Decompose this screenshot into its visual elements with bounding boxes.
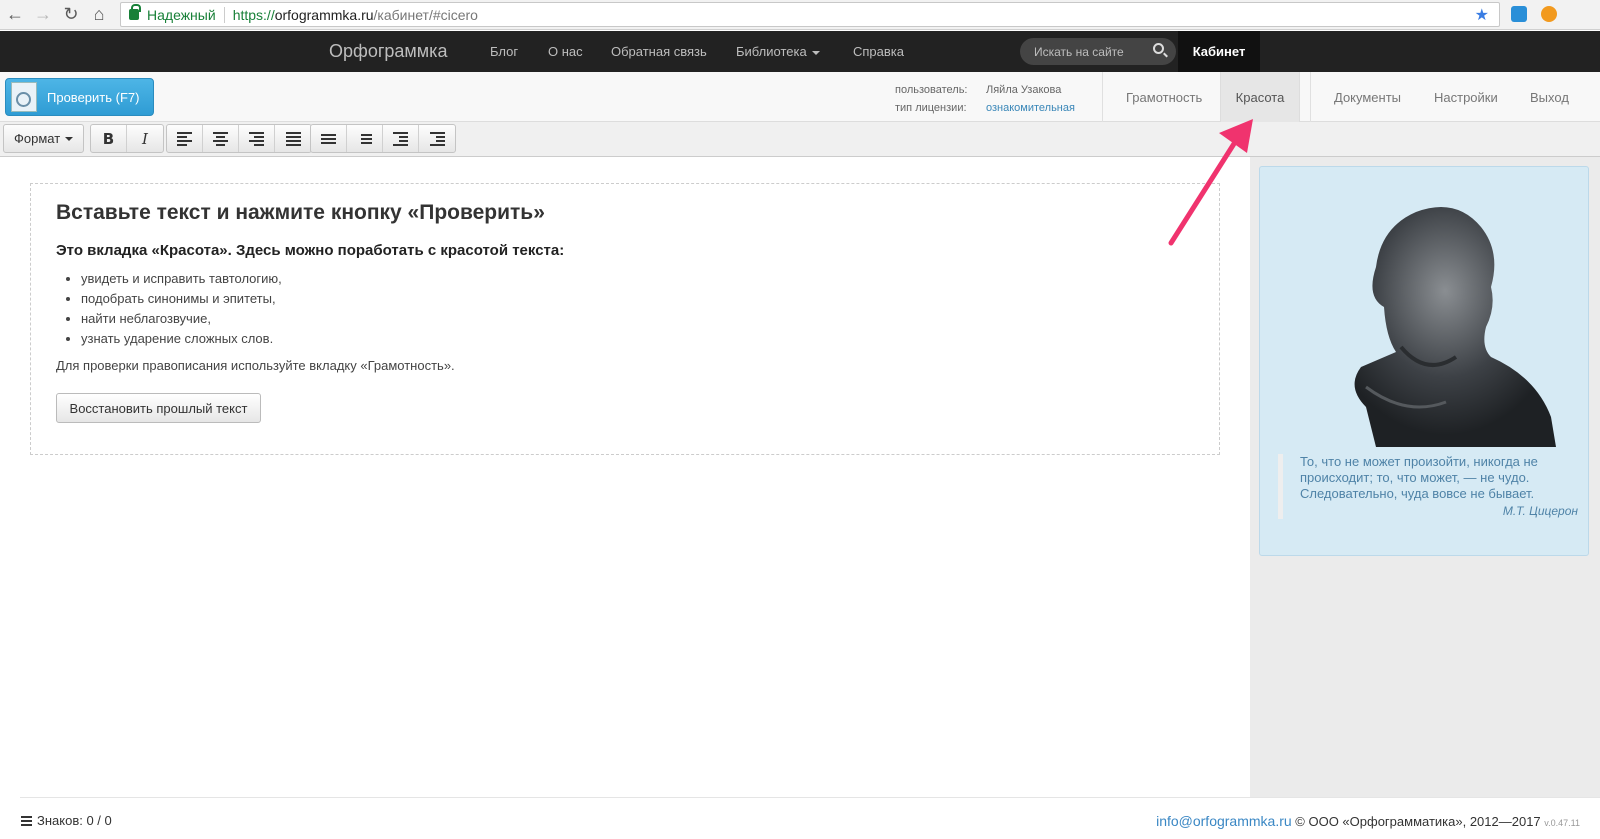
document-magnifier-icon — [11, 82, 37, 112]
style-group: B I — [90, 124, 164, 153]
nav-library[interactable]: Библиотека — [736, 44, 820, 59]
contact-email-link[interactable]: info@orfogrammka.ru — [1156, 813, 1292, 829]
align-center-icon — [213, 131, 228, 146]
align-right-icon — [249, 131, 264, 146]
address-separator — [223, 6, 225, 23]
extension-reader-icon[interactable] — [1511, 6, 1527, 22]
editor-title: Вставьте текст и нажмите кнопку «Провери… — [56, 201, 545, 224]
list-icon — [21, 815, 32, 826]
tab-logout[interactable]: Выход — [1517, 72, 1582, 122]
bookmark-star-icon[interactable]: ★ — [1475, 5, 1489, 25]
browser-toolbar: ← → ↻ ⌂ Надежный https://orfogrammka.ru /… — [0, 0, 1600, 30]
list-item: узнать ударение сложных слов. — [81, 329, 1194, 349]
bullet-list-icon — [321, 133, 336, 144]
numbered-list-button[interactable] — [347, 125, 383, 152]
align-center-button[interactable] — [203, 125, 239, 152]
format-group: Формат — [3, 124, 85, 153]
forward-icon[interactable]: → — [30, 2, 56, 28]
bold-button[interactable]: B — [91, 125, 127, 152]
back-icon[interactable]: ← — [2, 2, 28, 28]
search-icon[interactable] — [1153, 43, 1164, 54]
nav-help[interactable]: Справка — [853, 44, 904, 59]
site-navbar: Орфограммка Блог О нас Обратная связь Би… — [0, 31, 1600, 72]
tab-documents[interactable]: Документы — [1321, 72, 1414, 122]
chevron-down-icon — [65, 136, 74, 141]
list-item: найти неблагозвучие, — [81, 309, 1194, 329]
lock-icon — [129, 4, 141, 20]
site-search-input[interactable]: Искать на сайте — [1020, 38, 1176, 65]
nav-about[interactable]: О нас — [548, 44, 583, 59]
list-item: подобрать синонимы и эпитеты, — [81, 289, 1194, 309]
quote-author: М.Т. Цицерон — [1502, 504, 1578, 518]
outdent-icon — [393, 131, 408, 146]
align-left-icon — [177, 131, 192, 146]
url-path: /кабинет/#cicero — [373, 6, 478, 23]
license-label: тип лицензии: — [895, 102, 967, 114]
check-button[interactable]: Проверить (F7) — [5, 78, 154, 116]
user-info-labels: пользователь: тип лицензии: — [895, 81, 980, 117]
user-label: пользователь: — [895, 84, 968, 96]
page-footer: Знаков: 0 / 0 info@orfogrammka.ru © ООО … — [20, 797, 1600, 839]
char-counter-text: Знаков: 0 / 0 — [37, 813, 112, 828]
align-left-button[interactable] — [167, 125, 203, 152]
nav-blog[interactable]: Блог — [490, 44, 518, 59]
cicero-bust-image — [1354, 207, 1556, 447]
chevron-down-icon — [811, 50, 820, 55]
list-item: увидеть и исправить тавтологию, — [81, 269, 1194, 289]
indent-icon — [429, 131, 445, 146]
annotation-arrow-icon — [1168, 119, 1253, 246]
copyright-text: © ООО «Орфограмматика», 2012—2017 — [1295, 814, 1541, 829]
align-justify-icon — [285, 131, 301, 146]
home-icon[interactable]: ⌂ — [86, 2, 112, 28]
text-editor[interactable]: Вставьте текст и нажмите кнопку «Провери… — [30, 183, 1220, 455]
secure-label: Надежный — [147, 6, 216, 23]
nav-cabinet[interactable]: Кабинет — [1178, 31, 1260, 72]
char-counter: Знаков: 0 / 0 — [21, 813, 112, 828]
tab-divider — [1310, 72, 1311, 122]
tab-settings[interactable]: Настройки — [1421, 72, 1511, 122]
copyright: info@orfogrammka.ru © ООО «Орфограмматик… — [1156, 813, 1580, 829]
user-name: Ляйла Узакова — [986, 84, 1062, 96]
align-justify-button[interactable] — [275, 125, 311, 152]
feature-list: увидеть и исправить тавтологию, подобрат… — [81, 269, 1194, 349]
align-group — [166, 124, 312, 153]
tab-divider — [1102, 72, 1103, 122]
indent-button[interactable] — [419, 125, 455, 152]
quote-text: То, что не может произойти, никогда не п… — [1300, 454, 1538, 501]
cabinet-bar: Проверить (F7) пользователь: тип лицензи… — [0, 72, 1600, 122]
quote-panel: То, что не может произойти, никогда не п… — [1259, 166, 1589, 556]
url-host: orfogrammka.ru — [274, 6, 374, 23]
check-button-label: Проверить (F7) — [47, 89, 140, 105]
version-label: v.0.47.11 — [1544, 818, 1580, 828]
nav-library-label: Библиотека — [736, 44, 807, 59]
user-info-values: Ляйла Узакова ознакомительная — [986, 81, 1075, 117]
editor-subtitle: Это вкладка «Красота». Здесь можно пораб… — [56, 242, 565, 259]
numbered-list-icon — [357, 133, 372, 144]
list-group — [310, 124, 456, 153]
quote-block: То, что не может произойти, никогда не п… — [1278, 454, 1578, 519]
site-brand[interactable]: Орфограммка — [329, 41, 447, 62]
editor-note: Для проверки правописания используйте вк… — [56, 358, 455, 373]
outdent-button[interactable] — [383, 125, 419, 152]
format-label: Формат — [14, 131, 61, 146]
restore-text-button[interactable]: Восстановить прошлый текст — [56, 393, 261, 423]
license-link[interactable]: ознакомительная — [986, 99, 1075, 117]
address-bar[interactable]: Надежный https://orfogrammka.ru/кабинет/… — [120, 2, 1500, 27]
editor-toolbar: Формат B I — [0, 122, 1600, 157]
url-scheme: https:// — [232, 6, 275, 23]
reload-icon[interactable]: ↻ — [58, 2, 84, 28]
search-placeholder: Искать на сайте — [1034, 44, 1124, 59]
align-right-button[interactable] — [239, 125, 275, 152]
italic-button[interactable]: I — [127, 125, 163, 152]
extension-alert-icon[interactable] — [1541, 6, 1557, 22]
nav-feedback[interactable]: Обратная связь — [611, 44, 707, 59]
format-dropdown[interactable]: Формат — [4, 125, 83, 152]
bullet-list-button[interactable] — [311, 125, 347, 152]
